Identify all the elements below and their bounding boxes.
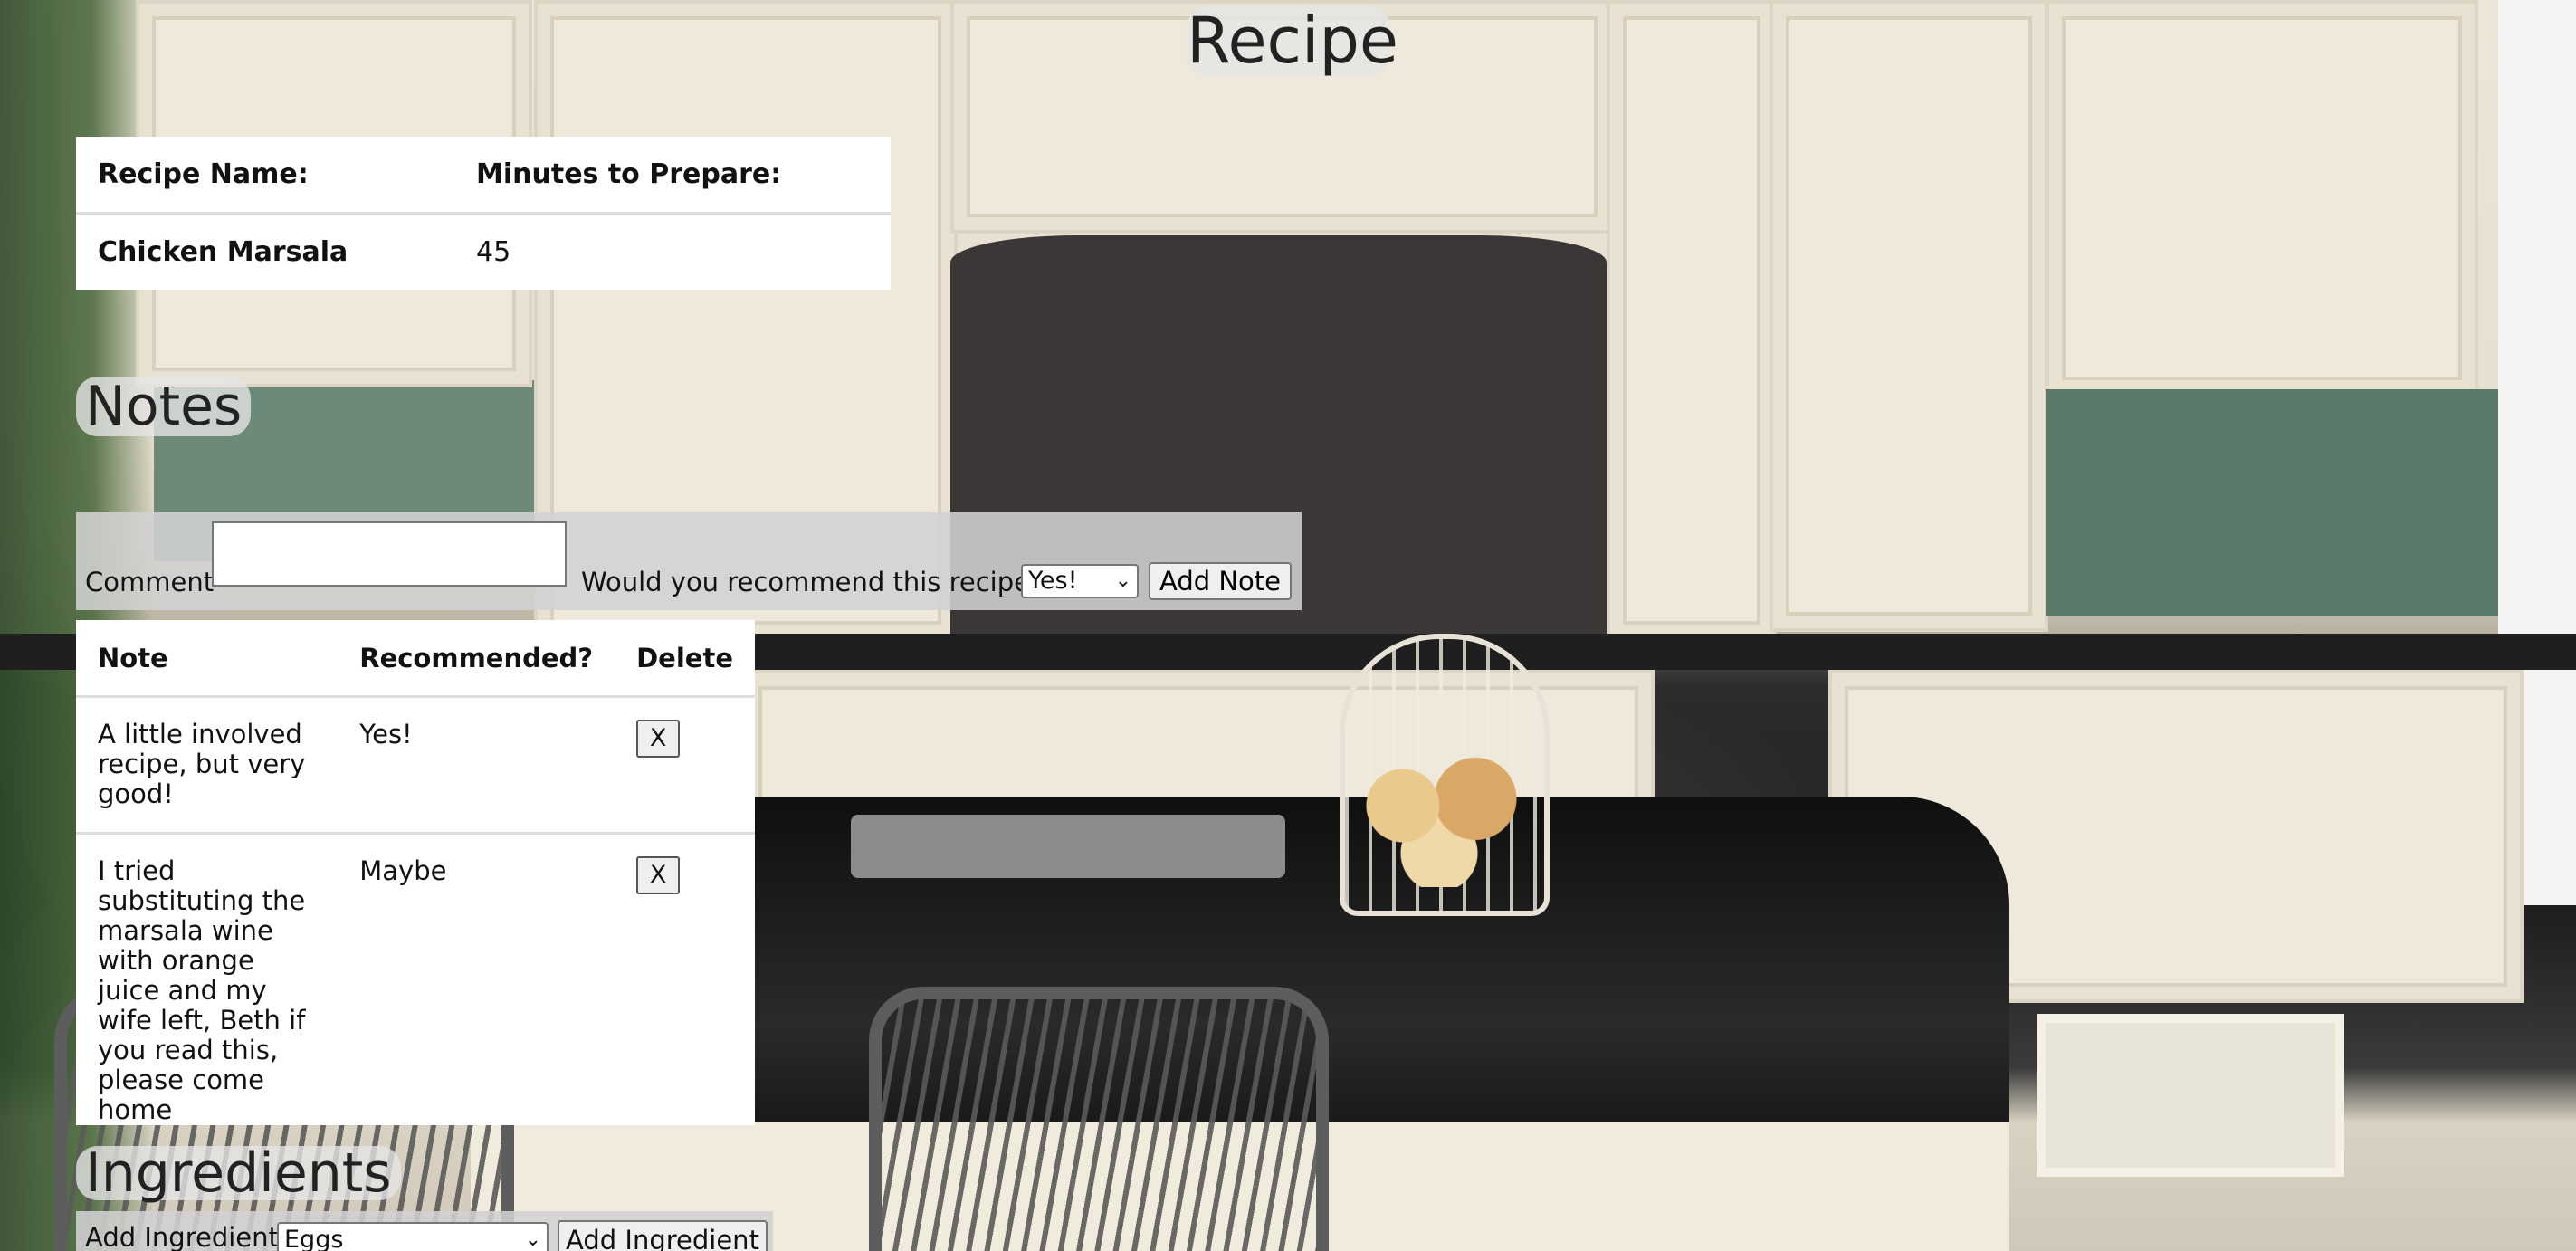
add-note-button[interactable]: Add Note [1149, 562, 1292, 600]
recommend-selected-value: Yes! [1028, 567, 1078, 595]
ingredient-selected-value: Eggs [284, 1226, 344, 1251]
page-title: Recipe [1187, 4, 1398, 78]
recipe-name-value: Chicken Marsala [98, 236, 348, 268]
add-ingredient-form: Add Ingredient Eggs ⌄ Add Ingredient [76, 1211, 773, 1251]
recommended-header: Recommended? [338, 620, 615, 698]
delete-header: Delete [615, 620, 755, 698]
chevron-down-icon: ⌄ [1114, 569, 1131, 592]
note-header: Note [76, 620, 339, 698]
note-text: I tried substituting the marsala wine wi… [98, 855, 306, 1125]
minutes-header: Minutes to Prepare: [454, 137, 891, 215]
recipe-name-header: Recipe Name: [76, 137, 454, 215]
add-note-form: Comment Would you recommend this recipe?… [76, 512, 1302, 610]
notes-table: Note Recommended? Delete A little involv… [76, 620, 755, 1125]
table-row: A little involved recipe, but very good!… [76, 696, 755, 835]
delete-note-button[interactable]: X [636, 720, 681, 758]
notes-heading: Notes [76, 377, 252, 436]
delete-note-button[interactable]: X [636, 856, 681, 894]
add-ingredient-label: Add Ingredient [85, 1222, 279, 1251]
recommend-select[interactable]: Yes! ⌄ [1021, 564, 1139, 598]
add-ingredient-button[interactable]: Add Ingredient [558, 1220, 768, 1251]
comment-label: Comment [85, 567, 215, 597]
ingredients-heading: Ingredients [76, 1146, 401, 1200]
recommend-label: Would you recommend this recipe? [581, 567, 1045, 597]
notes-header-row: Note Recommended? Delete [76, 620, 755, 698]
minutes-value: 45 [476, 236, 511, 268]
note-delete-cell: X [615, 696, 755, 835]
recipe-table: Recipe Name: Minutes to Prepare: Chicken… [76, 137, 891, 290]
note-delete-cell: X [615, 834, 755, 1126]
comment-textarea[interactable] [212, 521, 567, 587]
recipe-header-row: Recipe Name: Minutes to Prepare: [76, 137, 891, 215]
note-recommended: Yes! [338, 696, 615, 835]
note-text: A little involved recipe, but very good! [76, 696, 339, 835]
recipe-row: Chicken Marsala 45 [76, 214, 891, 291]
ingredient-select[interactable]: Eggs ⌄ [277, 1222, 549, 1251]
table-row: I tried substituting the marsala wine wi… [76, 834, 755, 1126]
chevron-down-icon: ⌄ [524, 1228, 541, 1251]
note-recommended: Maybe [359, 855, 447, 886]
